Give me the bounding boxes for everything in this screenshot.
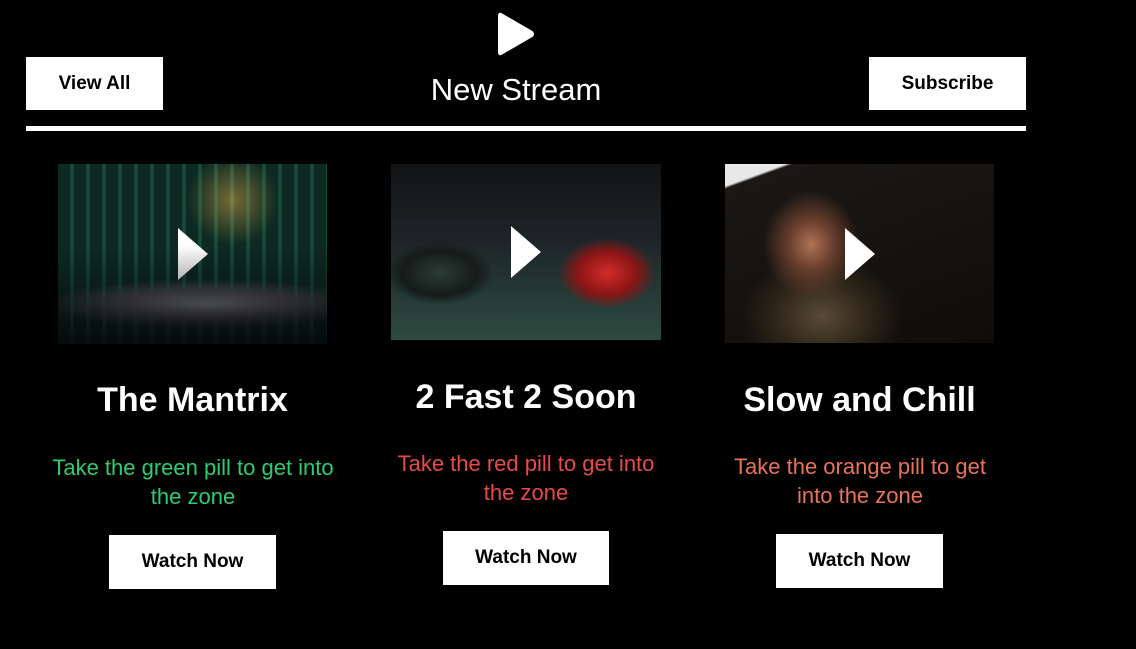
- header-divider: [26, 126, 1026, 131]
- play-icon[interactable]: [511, 226, 541, 278]
- view-all-button[interactable]: View All: [26, 57, 163, 110]
- play-icon[interactable]: [844, 227, 875, 280]
- page-title: New Stream: [430, 72, 602, 107]
- card-title: 2 Fast 2 Soon: [415, 378, 637, 416]
- card-description: Take the green pill to get into the zone: [52, 455, 334, 509]
- card-thumbnail-mantrix[interactable]: [58, 164, 327, 344]
- card-description: Take the orange pill to get into the zon…: [734, 454, 986, 508]
- card-thumbnail-2-fast-2-soon[interactable]: [391, 164, 661, 340]
- page: View All New Stream Subscribe The Mantri…: [0, 0, 1136, 649]
- play-logo-icon[interactable]: [497, 11, 535, 57]
- card-title: The Mantrix: [97, 381, 288, 419]
- card-title: Slow and Chill: [743, 381, 976, 419]
- card-thumbnail-slow-and-chill[interactable]: [725, 164, 994, 343]
- watch-now-button[interactable]: Watch Now: [109, 535, 276, 589]
- card-description: Take the red pill to get into the zone: [397, 451, 655, 505]
- watch-now-button[interactable]: Watch Now: [443, 531, 609, 585]
- watch-now-button[interactable]: Watch Now: [776, 534, 943, 588]
- play-icon[interactable]: [177, 228, 208, 280]
- subscribe-button[interactable]: Subscribe: [869, 57, 1026, 110]
